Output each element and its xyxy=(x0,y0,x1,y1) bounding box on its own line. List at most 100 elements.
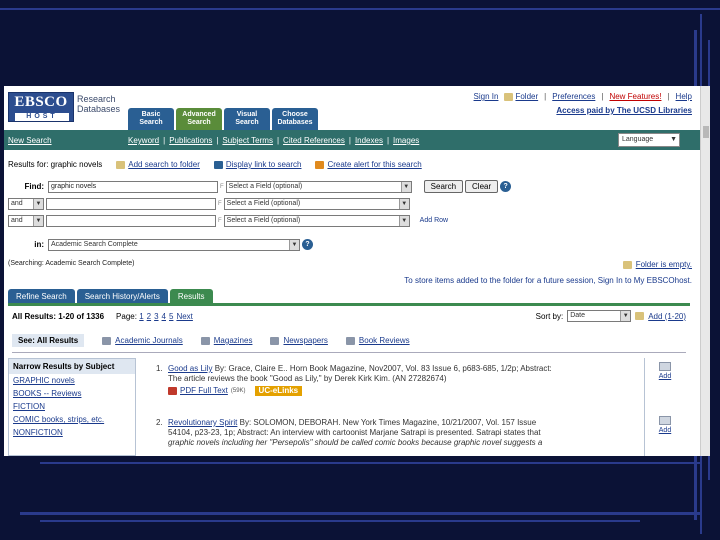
page-1[interactable]: 1 xyxy=(139,312,143,321)
folder-icon xyxy=(504,92,514,101)
top-links: Sign In Folder | Preferences | New Featu… xyxy=(473,92,692,101)
page-2[interactable]: 2 xyxy=(147,312,151,321)
result-filters: See: All Results Academic Journals Magaz… xyxy=(12,334,410,347)
slide-deco-line xyxy=(0,8,720,10)
page-5[interactable]: 5 xyxy=(169,312,173,321)
field-select-2[interactable]: Select a Field (optional) ▼ xyxy=(223,197,410,210)
page-3[interactable]: 3 xyxy=(154,312,158,321)
column-divider xyxy=(644,358,645,456)
subject-fiction[interactable]: FICTION xyxy=(9,400,135,413)
logo-caption-line1: Research xyxy=(77,94,116,104)
filter-book-reviews[interactable]: Book Reviews xyxy=(345,336,410,345)
field-select-1[interactable]: Select a Field (optional) ▼ xyxy=(225,180,412,193)
nav-publications[interactable]: Publications xyxy=(169,136,212,145)
logo-caption-line2: Databases xyxy=(77,104,121,114)
field-select-3[interactable]: Select a Field (optional) ▼ xyxy=(223,214,410,227)
clear-button[interactable]: Clear xyxy=(465,180,499,193)
narrow-results-panel: Narrow Results by Subject GRAPHIC novels… xyxy=(8,358,136,456)
help-icon[interactable]: ? xyxy=(500,181,512,192)
see-all-results[interactable]: See: All Results xyxy=(12,334,85,347)
tab-results[interactable]: Results xyxy=(169,289,213,303)
add-search-to-folder[interactable]: Add search to folder xyxy=(116,160,200,169)
nav-subject-terms[interactable]: Subject Terms xyxy=(222,136,273,145)
chevron-down-icon: ▼ xyxy=(620,311,631,321)
search-button[interactable]: Search xyxy=(423,180,464,193)
uc-elinks-button[interactable]: UC-eLinks xyxy=(254,386,303,396)
tab-refine-search[interactable]: Refine Search xyxy=(8,289,75,303)
tab-search-history[interactable]: Search History/Alerts xyxy=(76,289,168,303)
add-to-folder-2[interactable]: Add xyxy=(652,416,678,434)
next-page[interactable]: Next xyxy=(176,312,192,321)
nav-cited-references[interactable]: Cited References xyxy=(283,136,345,145)
tab-basic-search[interactable]: Basic Search xyxy=(128,108,174,130)
in-label: in: xyxy=(34,240,44,249)
add-row-link[interactable]: Add Row xyxy=(420,217,448,224)
database-row: in: Academic Search Complete ▼ ? xyxy=(8,238,313,251)
search-mode-tabs: Basic Search Advanced Search Visual Search … xyxy=(128,108,318,130)
page-4[interactable]: 4 xyxy=(162,312,166,321)
search-input-1[interactable]: graphic novels xyxy=(48,180,218,193)
tab-visual-search[interactable]: Visual Search xyxy=(224,108,270,130)
chevron-down-icon: ▼ xyxy=(289,239,299,250)
pdf-full-text-link[interactable]: PDF Full Text (59K) UC-eLinks xyxy=(168,386,303,396)
new-features-link[interactable]: New Features! xyxy=(609,92,661,101)
result-citation: By: Grace, Claire E.. Horn Book Magazine… xyxy=(214,364,552,373)
search-input-2[interactable] xyxy=(46,197,216,210)
filter-newspapers[interactable]: Newspapers xyxy=(270,336,328,345)
preferences-link[interactable]: Preferences xyxy=(552,92,595,101)
subject-nonfiction[interactable]: NONFICTION xyxy=(9,426,135,439)
logo-main: EBSCO xyxy=(14,94,68,110)
folder-link[interactable]: Folder xyxy=(515,92,538,101)
add-to-folder-1[interactable]: Add xyxy=(652,362,678,380)
result-item-1: 1. Good as Lily By: Grace, Claire E.. Ho… xyxy=(156,364,638,398)
display-link-to-search[interactable]: Display link to search xyxy=(213,160,301,169)
result-abstract-cont: graphic novels including her "Persepolis… xyxy=(168,438,543,447)
filter-magazines[interactable]: Magazines xyxy=(200,336,252,345)
slide-deco-line xyxy=(40,520,640,522)
add-range-link[interactable]: Add (1-20) xyxy=(648,312,686,321)
access-note[interactable]: Access paid by The UCSD Libraries xyxy=(556,106,692,115)
result-number: 2. xyxy=(156,418,163,427)
sort-select[interactable]: Date ▼ xyxy=(567,310,632,322)
tab-divider xyxy=(8,303,690,306)
folder-icon xyxy=(659,362,671,371)
search-row-2: and ▼ F Select a Field (optional) ▼ xyxy=(8,197,410,210)
result-title[interactable]: Good as Lily xyxy=(168,364,212,373)
help-link[interactable]: Help xyxy=(676,92,692,101)
database-select[interactable]: Academic Search Complete ▼ xyxy=(48,238,300,251)
tab-choose-databases[interactable]: Choose Databases xyxy=(272,108,318,130)
filter-academic-journals[interactable]: Academic Journals xyxy=(102,336,183,345)
chevron-down-icon: ▼ xyxy=(33,215,43,226)
sign-in-link[interactable]: Sign In xyxy=(474,92,499,101)
result-abstract: 54104, p23-23, 1p; Abstract: An intervie… xyxy=(168,428,541,437)
folder-icon xyxy=(659,416,671,425)
results-for-text: Results for: graphic novels xyxy=(8,160,103,169)
tab-advanced-search[interactable]: Advanced Search xyxy=(176,108,222,130)
find-label: Find: xyxy=(24,182,44,191)
new-search-link[interactable]: New Search xyxy=(8,136,52,145)
boolean-select-3[interactable]: and ▼ xyxy=(8,214,44,227)
boolean-select-2[interactable]: and ▼ xyxy=(8,197,44,210)
result-number: 1. xyxy=(156,364,163,373)
nav-images[interactable]: Images xyxy=(393,136,419,145)
result-item-2: 2. Revolutionary Spirit By: SOLOMON, DEB… xyxy=(156,418,638,448)
subject-graphic-novels[interactable]: GRAPHIC novels xyxy=(9,374,135,387)
link-icon xyxy=(213,160,223,169)
folder-status: Folder is empty. xyxy=(622,260,692,269)
ebsco-logo[interactable]: EBSCO HOST xyxy=(8,92,74,122)
search-row-3: and ▼ F Select a Field (optional) ▼ Add Ro… xyxy=(8,214,448,227)
create-alert[interactable]: Create alert for this search xyxy=(315,160,422,169)
all-results-count: All Results: 1-20 of 1336 xyxy=(12,312,105,321)
nav-indexes[interactable]: Indexes xyxy=(355,136,383,145)
nav-keyword[interactable]: Keyword xyxy=(128,136,159,145)
subject-books-reviews[interactable]: BOOKS -- Reviews xyxy=(9,387,135,400)
result-title[interactable]: Revolutionary Spirit xyxy=(168,418,237,427)
subject-comic-books[interactable]: COMIC books, strips, etc. xyxy=(9,413,135,426)
folder-link-wrap[interactable]: Folder xyxy=(504,92,538,101)
help-icon[interactable]: ? xyxy=(302,239,313,250)
language-select[interactable]: Language ▼ xyxy=(618,133,680,147)
store-note[interactable]: To store items added to the folder for a… xyxy=(404,276,692,285)
vertical-scrollbar[interactable] xyxy=(700,86,710,456)
pdf-icon xyxy=(168,387,177,395)
search-input-3[interactable] xyxy=(46,214,216,227)
